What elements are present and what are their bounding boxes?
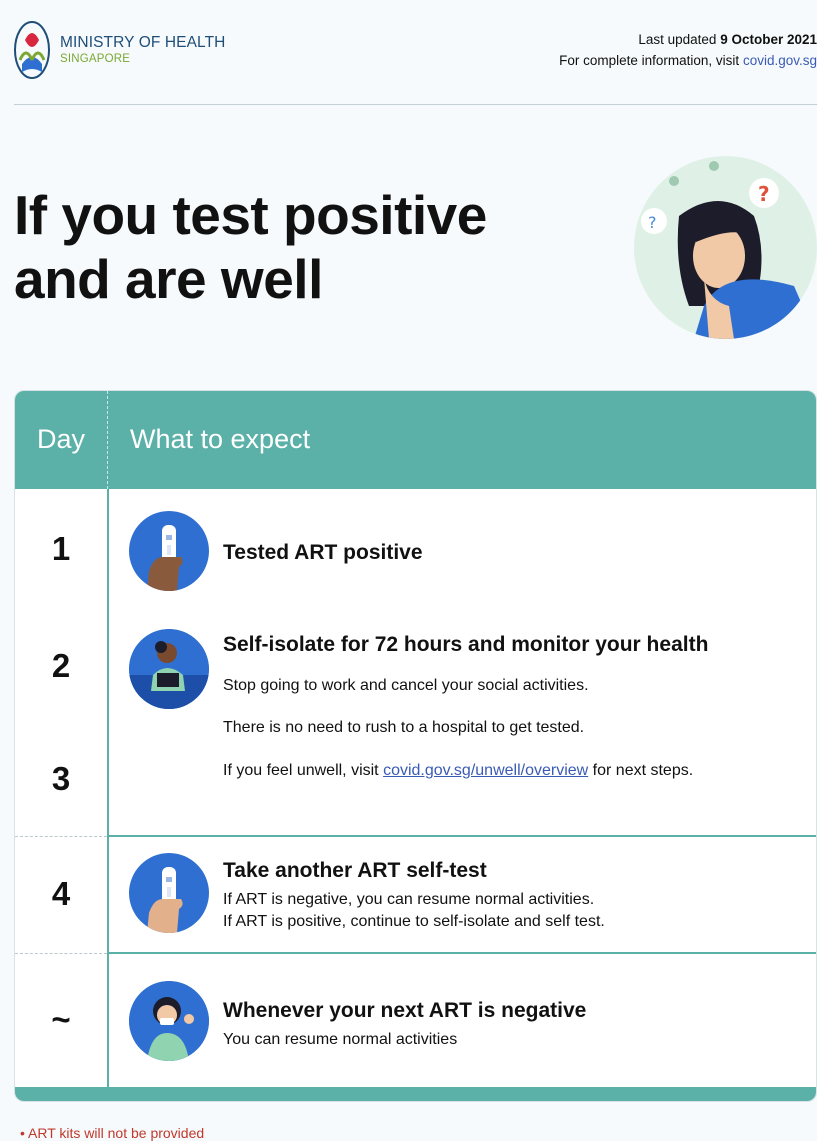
row-title-another-test: Take another ART self-test (223, 859, 487, 882)
row-text-art-positive: If ART is positive, continue to self-iso… (223, 913, 605, 930)
day-number-3: 3 (51, 760, 71, 797)
person-reading-icon (129, 629, 209, 709)
complete-info: For complete information, visit covid.go… (559, 53, 817, 68)
row-divider-dashed (15, 953, 107, 954)
row-divider (107, 835, 816, 837)
row-text-stop-work: Stop going to work and cancel your socia… (223, 677, 589, 694)
svg-text:?: ? (758, 182, 770, 206)
row-divider (107, 952, 816, 954)
row-divider-dashed (15, 836, 107, 837)
column-divider (107, 489, 109, 1089)
row-text-art-negative: If ART is negative, you can resume norma… (223, 891, 595, 908)
unwell-overview-link[interactable]: covid.gov.sg/unwell/overview (383, 762, 588, 779)
covid-gov-link[interactable]: covid.gov.sg (743, 53, 817, 68)
complete-label: For complete information, visit (559, 53, 740, 68)
day-number-4: 4 (51, 875, 71, 912)
person-ok-gesture-icon (129, 981, 209, 1061)
title-line-2: and are well (14, 248, 323, 310)
art-test-kit-icon (129, 853, 209, 933)
moh-logo-icon (14, 20, 50, 80)
day-number-2: 2 (51, 647, 71, 684)
updated-label: Last updated (638, 32, 717, 47)
svg-text:?: ? (648, 213, 657, 232)
org-name: MINISTRY OF HEALTH (60, 34, 226, 51)
title-line-1: If you test positive (14, 184, 487, 246)
row-title-next-negative: Whenever your next ART is negative (223, 999, 587, 1022)
last-updated: Last updated 9 October 2021 (638, 32, 817, 47)
row-title-tested-positive: Tested ART positive (223, 541, 423, 564)
worried-woman-illustration-icon: ? ? (634, 156, 817, 339)
header-divider (14, 104, 817, 105)
page-title: If you test positive and are well (14, 183, 487, 311)
day-number-tilde: ~ (51, 1001, 71, 1038)
footnote: • ART kits will not be provided (20, 1125, 205, 1141)
column-header-day: Day (36, 424, 85, 454)
row-text-no-rush: There is no need to rush to a hospital t… (223, 719, 585, 736)
table-footer-bar (15, 1087, 816, 1101)
day-number-1: 1 (51, 530, 71, 567)
org-subtitle: SINGAPORE (60, 53, 131, 65)
timeline-table: Day What to expect 1 Tested ART positive… (14, 390, 817, 1102)
footnote-text: ART kits will not be provided (28, 1125, 205, 1141)
row-text-resume: You can resume normal activities (223, 1031, 458, 1048)
row-text-feel-unwell: If you feel unwell, visit covid.gov.sg/u… (223, 760, 693, 782)
updated-date: 9 October 2021 (720, 32, 817, 47)
column-header-what-to-expect: What to expect (130, 424, 311, 454)
art-test-kit-icon (129, 511, 209, 591)
row-title-self-isolate: Self-isolate for 72 hours and monitor yo… (223, 633, 709, 656)
header-divider-dashed (107, 391, 108, 489)
unwell-text-after: for next steps. (592, 762, 694, 779)
unwell-text-before: If you feel unwell, visit (223, 762, 379, 779)
